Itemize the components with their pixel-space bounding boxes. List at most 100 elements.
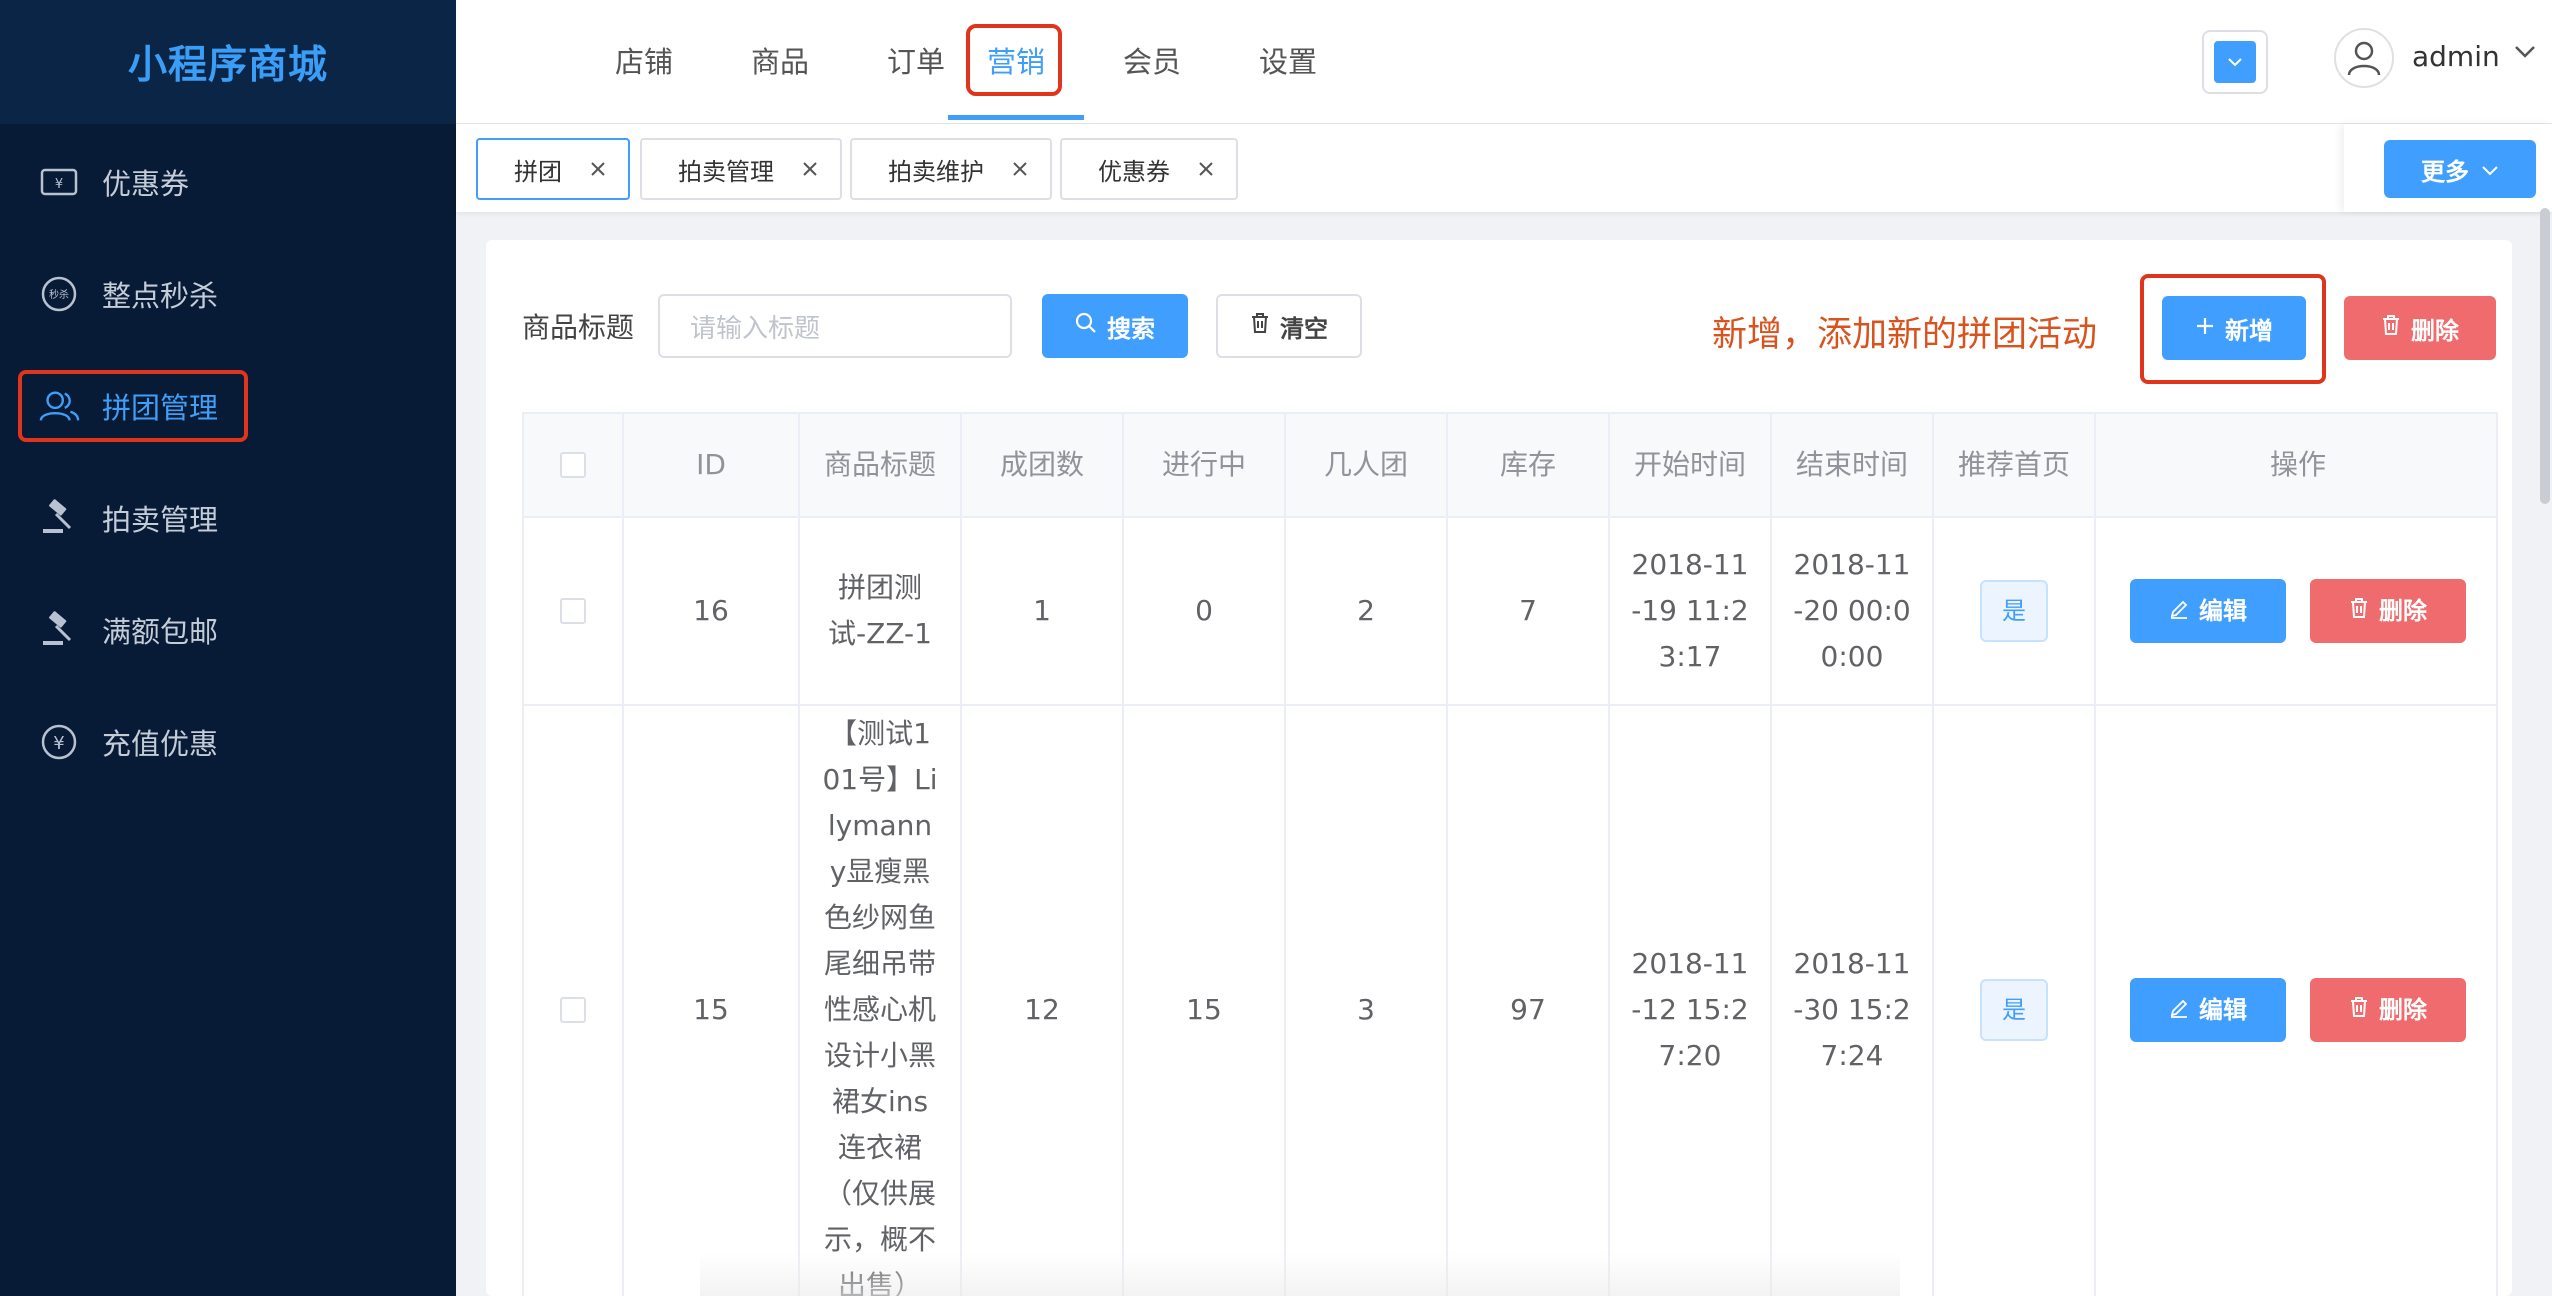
column-header[interactable]: 成团数 [962,414,1124,516]
column-header[interactable]: 库存 [1448,414,1610,516]
sidebar-item-label: 整点秒杀 [102,279,219,313]
column-header[interactable]: 商品标题 [800,414,962,516]
sidebar-item-label: 拍卖管理 [102,503,219,537]
close-icon[interactable] [1194,157,1218,181]
tag-auction-management[interactable]: 拍卖管理 [640,138,842,200]
pencil-icon [2169,987,2189,1033]
cell-start-time: 2018-11-19 11:23:17 [1610,518,1772,704]
cell-stock: 97 [1448,706,1610,1296]
select-all-checkbox[interactable] [560,452,586,478]
brand-title: 小程序商城 [127,43,328,88]
highlight-box [18,370,248,442]
column-header[interactable]: 几人团 [1286,414,1448,516]
sidebar-item-label: 充值优惠 [102,727,219,761]
more-button[interactable]: 更多 [2384,140,2536,198]
column-header[interactable]: 进行中 [1124,414,1286,516]
cell-group-size: 2 [1286,518,1448,704]
tag-label: 优惠券 [1098,157,1170,186]
delete-button-label: 删除 [2379,996,2427,1024]
edit-button[interactable]: 编辑 [2130,978,2286,1042]
column-header[interactable]: 推荐首页 [1934,414,2096,516]
delete-button-label: 删除 [2411,316,2459,345]
close-icon[interactable] [586,157,610,181]
tag-auction-maintenance[interactable]: 拍卖维护 [850,138,1052,200]
cell-stock: 7 [1448,518,1610,704]
chevron-down-icon [2481,155,2499,183]
tab-marketing[interactable]: 营销 [948,0,1084,120]
cell-recommend: 是 [1934,706,2096,1296]
bulk-delete-button[interactable]: 删除 [2344,296,2496,360]
username[interactable]: admin [2412,40,2500,73]
sidebar-item-free-shipping[interactable]: 满额包邮 [0,590,456,670]
coupon-icon: ¥ [38,161,80,203]
row-checkbox[interactable] [560,997,586,1023]
tag-group-buy[interactable]: 拼团 [476,138,630,200]
tag-label: 拼团 [514,157,562,186]
column-header[interactable]: 结束时间 [1772,414,1934,516]
column-header[interactable]: 开始时间 [1610,414,1772,516]
active-tab-underline [948,115,1084,120]
plus-icon [2195,314,2215,342]
cell-start-time: 2018-11-12 15:27:20 [1610,706,1772,1296]
cell-actions: 编辑 删除 [2096,518,2500,704]
auction-gavel-icon [38,497,80,539]
tab-store[interactable]: 店铺 [576,0,712,120]
chevron-down-icon [2214,41,2256,83]
sidebar-item-coupon[interactable]: ¥ 优惠券 [0,142,456,222]
close-icon[interactable] [1008,157,1032,181]
sidebar-item-group-buy[interactable]: 拼团管理 [0,366,456,446]
content-card: 商品标题 请输入标题 搜索 清空 新增，添加新的拼团活动 新增 删除 ID 商品… [486,240,2512,1296]
delete-button-label: 删除 [2379,597,2427,625]
trash-icon [2381,314,2401,342]
user-avatar-icon[interactable] [2334,28,2394,88]
search-button[interactable]: 搜索 [1042,294,1188,358]
trash-icon [2349,588,2369,634]
sidebar-item-label: 优惠券 [102,167,190,201]
flash-sale-icon: 秒杀 [38,273,80,315]
pencil-icon [2169,588,2189,634]
tab-settings[interactable]: 设置 [1220,0,1356,120]
add-button-label: 新增 [2225,316,2273,345]
chevron-down-icon[interactable] [2514,44,2536,63]
select-all-cell [524,414,624,516]
sidebar-item-recharge[interactable]: ¥ 充值优惠 [0,702,456,782]
row-checkbox[interactable] [560,598,586,624]
column-header[interactable]: ID [624,414,800,516]
top-dropdown-toggle[interactable] [2202,30,2268,94]
edit-button[interactable]: 编辑 [2130,579,2286,643]
add-annotation-note: 新增，添加新的拼团活动 [1712,315,2098,355]
tab-label: 订单 [886,45,945,79]
add-button[interactable]: 新增 [2162,296,2306,360]
sidebar-item-auction[interactable]: 拍卖管理 [0,478,456,558]
more-tags-area: 更多 [2344,124,2552,212]
tab-label: 会员 [1122,45,1181,79]
close-icon[interactable] [798,157,822,181]
row-select-cell [524,706,624,1296]
svg-text:¥: ¥ [55,177,63,192]
title-search-input[interactable]: 请输入标题 [658,294,1012,358]
brand-header: 小程序商城 [0,0,456,124]
vertical-scrollbar[interactable] [2540,208,2550,504]
tag-coupon[interactable]: 优惠券 [1060,138,1238,200]
cell-title: 拼团测试-ZZ-1 [800,518,962,704]
search-icon [1075,312,1097,340]
tab-label: 店铺 [614,45,673,79]
sidebar-item-flash-sale[interactable]: 秒杀 整点秒杀 [0,254,456,334]
cell-id: 16 [624,518,800,704]
edit-button-label: 编辑 [2199,597,2247,625]
table-row: 16 拼团测试-ZZ-1 1 0 2 7 2018-11-19 11:23:17… [522,518,2498,706]
tab-members[interactable]: 会员 [1084,0,1220,120]
bottom-shadow [700,1252,1900,1296]
table-row: 15 【测试101号】Lilymanny显瘦黑色纱网鱼尾细吊带性感心机设计小黑裙… [522,706,2498,1296]
clear-button[interactable]: 清空 [1216,294,1362,358]
cell-title: 【测试101号】Lilymanny显瘦黑色纱网鱼尾细吊带性感心机设计小黑裙女in… [800,706,962,1296]
tab-label: 商品 [750,45,809,79]
delete-button[interactable]: 删除 [2310,978,2466,1042]
svg-text:秒杀: 秒杀 [49,288,69,301]
svg-text:¥: ¥ [53,733,64,754]
gavel-icon [38,609,80,651]
delete-button[interactable]: 删除 [2310,579,2466,643]
tab-products[interactable]: 商品 [712,0,848,120]
top-navbar: 店铺 商品 订单 营销 会员 设置 admin [456,0,2552,124]
more-label: 更多 [2421,157,2469,186]
